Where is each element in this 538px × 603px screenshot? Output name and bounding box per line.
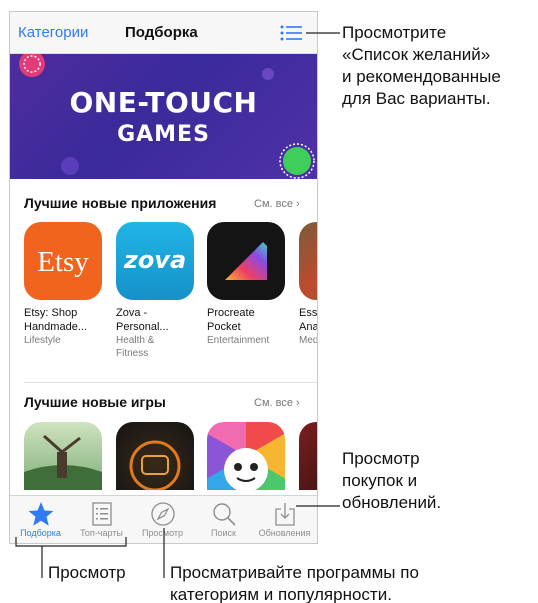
callout-line: Просмотр [342,449,420,468]
callout-line: Просмотрите [342,23,447,42]
callout-wishlist: Просмотрите «Список желаний» и рекомендо… [342,22,501,110]
callout-line: категориям и популярности. [170,585,392,603]
callout-line: обновлений. [342,493,442,512]
callout-purchases: Просмотр покупок и обновлений. [342,448,441,514]
callout-line: для Вас варианты. [342,89,491,108]
callout-line: Просмотр [48,563,126,582]
callout-browse: Просмотр [48,562,126,584]
callout-line: и рекомендованные [342,67,501,86]
callout-line: покупок и [342,471,418,490]
callout-line: «Список желаний» [342,45,491,64]
callout-line: Просматривайте программы по [170,563,419,582]
callout-categories: Просматривайте программы по категориям и… [170,562,419,603]
